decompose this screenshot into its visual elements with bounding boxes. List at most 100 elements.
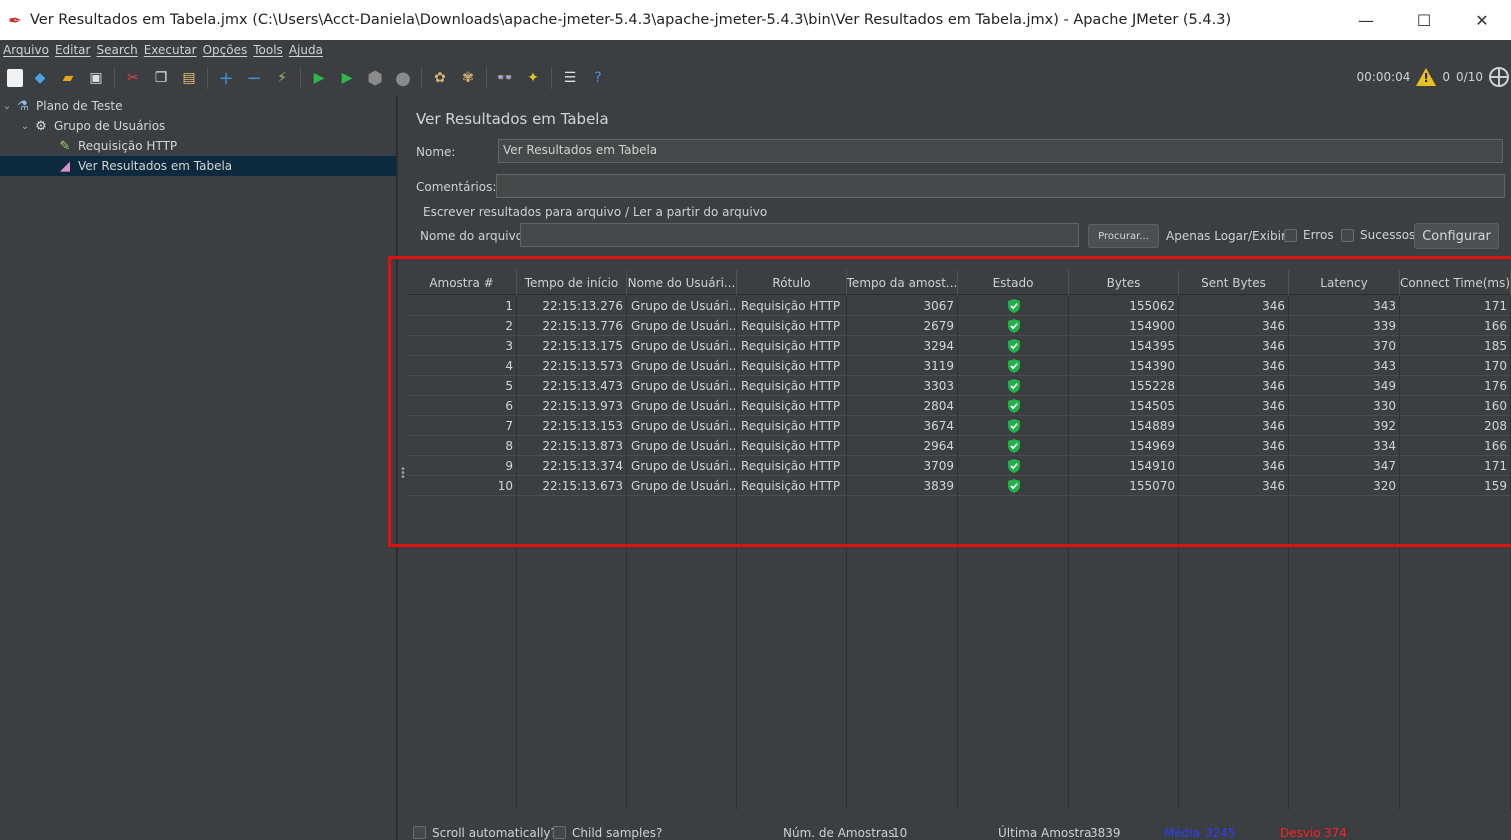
minimize-button[interactable]: — [1337, 0, 1395, 40]
table-cell: 3067 [923, 299, 954, 313]
chevron-down-icon[interactable]: ⌄ [18, 121, 32, 132]
help-icon[interactable]: ? [587, 67, 609, 89]
menu-search[interactable]: Search [93, 43, 140, 57]
errors-checkbox[interactable] [1284, 229, 1297, 242]
menu-editar[interactable]: Editar [52, 43, 94, 57]
panel-splitter[interactable]: • • • [397, 96, 406, 840]
clear-icon[interactable]: ✿ [429, 67, 451, 89]
browse-button[interactable]: Procurar... [1088, 224, 1159, 248]
column-header[interactable]: Tempo da amost... [847, 270, 958, 295]
maximize-button[interactable]: ☐ [1395, 0, 1453, 40]
table-cell: 370 [1373, 339, 1396, 353]
table-cell: 3709 [923, 459, 954, 473]
tree-item-thread-group[interactable]: ⌄ ⚙ Grupo de Usuários [0, 116, 396, 136]
table-cell: 346 [1262, 359, 1285, 373]
menu-executar[interactable]: Executar [141, 43, 200, 57]
table-cell: 22:15:13.276 [542, 299, 623, 313]
menu-ajuda[interactable]: Ajuda [286, 43, 326, 57]
gear-icon: ⚙ [35, 118, 47, 134]
configure-button[interactable]: Configurar [1414, 223, 1499, 249]
column-header[interactable]: Estado [958, 270, 1069, 295]
column-header[interactable]: Connect Time(ms) [1400, 270, 1511, 295]
table-row[interactable]: 2 22:15:13.776 Grupo de Usuári... Requisiçã… [407, 316, 1511, 336]
column-divider [516, 296, 517, 810]
reset-search-icon[interactable]: ✦ [522, 67, 544, 89]
filename-label: Nome do arquivo [420, 229, 524, 243]
column-header[interactable]: Nome do Usuári... [627, 270, 737, 295]
tree-item-view-results-table[interactable]: ◢ Ver Resultados em Tabela [0, 156, 396, 176]
column-header[interactable]: Amostra # [407, 270, 517, 295]
window-titlebar: ✒ Ver Resultados em Tabela.jmx (C:\Users… [0, 0, 1511, 40]
column-header[interactable]: Latency [1289, 270, 1400, 295]
table-cell: 346 [1262, 319, 1285, 333]
clear-all-icon[interactable]: ✾ [457, 67, 479, 89]
comments-input[interactable] [496, 174, 1505, 198]
start-no-pause-icon[interactable]: ▶ [336, 67, 358, 89]
table-cell: 171 [1484, 299, 1507, 313]
menu-tools[interactable]: Tools [250, 43, 286, 57]
paste-icon[interactable]: ▤ [178, 67, 200, 89]
function-helper-icon[interactable]: ☰ [559, 67, 581, 89]
open-icon[interactable]: ▰ [57, 67, 79, 89]
name-input[interactable]: Ver Resultados em Tabela [498, 139, 1503, 163]
table-cell: Grupo de Usuári... [631, 339, 737, 353]
new-icon[interactable] [7, 69, 23, 87]
success-checkbox[interactable] [1341, 229, 1354, 242]
table-cell: 154395 [1129, 339, 1175, 353]
comments-label: Comentários: [416, 180, 497, 194]
save-icon[interactable]: ▣ [85, 67, 107, 89]
table-row[interactable]: 9 22:15:13.374 Grupo de Usuári... Requisiçã… [407, 456, 1511, 476]
test-plan-tree: ⌄ ⚗ Plano de Teste ⌄ ⚙ Grupo de Usuários… [0, 96, 397, 840]
table-row[interactable]: 6 22:15:13.973 Grupo de Usuári... Requisiçã… [407, 396, 1511, 416]
last-sample-label: Última Amostra [998, 826, 1092, 840]
toolbar-separator [114, 67, 115, 89]
table-row[interactable]: 5 22:15:13.473 Grupo de Usuári... Requisiçã… [407, 376, 1511, 396]
table-row[interactable]: 3 22:15:13.175 Grupo de Usuári... Requisiçã… [407, 336, 1511, 356]
column-header[interactable]: Bytes [1069, 270, 1179, 295]
search-icon[interactable]: 👓 [494, 67, 516, 89]
menu-arquivo[interactable]: Arquivo [0, 43, 52, 57]
tree-item-http-request[interactable]: ✎ Requisição HTTP [0, 136, 396, 156]
table-cell: 22:15:13.153 [542, 419, 623, 433]
remote-globe-icon[interactable] [1489, 67, 1509, 87]
status-ok-shield-icon [958, 316, 1069, 336]
table-cell: Requisição HTTP [741, 359, 841, 373]
copy-icon[interactable]: ❐ [150, 67, 172, 89]
table-cell: Requisição HTTP [741, 379, 841, 393]
templates-icon[interactable]: ◆ [29, 67, 51, 89]
table-row[interactable]: 8 22:15:13.873 Grupo de Usuári... Requisiçã… [407, 436, 1511, 456]
tree-item-label: Ver Resultados em Tabela [78, 159, 233, 173]
cut-icon[interactable]: ✂ [122, 67, 144, 89]
table-row[interactable]: 4 22:15:13.573 Grupo de Usuári... Requisiçã… [407, 356, 1511, 376]
column-header[interactable]: Sent Bytes [1179, 270, 1289, 295]
shutdown-icon[interactable]: ● [392, 67, 414, 89]
column-header[interactable]: Tempo de início [517, 270, 627, 295]
table-row[interactable]: 10 22:15:13.673 Grupo de Usuári... Requisiç… [407, 476, 1511, 496]
table-cell: 22:15:13.673 [542, 479, 623, 493]
close-button[interactable]: ✕ [1453, 0, 1511, 40]
table-row[interactable]: 1 22:15:13.276 Grupo de Usuári... Requisiçã… [407, 296, 1511, 316]
column-header[interactable]: Rótulo [737, 270, 847, 295]
table-cell: 4 [505, 359, 513, 373]
toolbar: ◆ ▰ ▣ ✂ ❐ ▤ + − ⚡ ▶ ▶ ⬢ ● ✿ ✾ 👓 ✦ ☰ ? 00… [0, 61, 1511, 95]
scroll-checkbox[interactable] [413, 826, 426, 839]
menu-opcoes[interactable]: Opções [200, 43, 251, 57]
tree-item-label: Plano de Teste [36, 99, 123, 113]
child-samples-checkbox[interactable] [553, 826, 566, 839]
column-divider [846, 296, 847, 810]
chevron-down-icon[interactable]: ⌄ [0, 101, 14, 112]
collapse-icon[interactable]: − [243, 67, 265, 89]
warning-icon[interactable] [1416, 68, 1437, 86]
num-samples-label: Núm. de Amostras [783, 826, 895, 840]
toolbar-separator [486, 67, 487, 89]
tree-item-test-plan[interactable]: ⌄ ⚗ Plano de Teste [0, 96, 396, 116]
shield-check-icon [1007, 319, 1020, 333]
status-ok-shield-icon [958, 416, 1069, 436]
stop-icon[interactable]: ⬢ [364, 67, 386, 89]
toggle-icon[interactable]: ⚡ [271, 67, 293, 89]
expand-icon[interactable]: + [215, 67, 237, 89]
filename-input[interactable] [520, 223, 1079, 247]
table-row[interactable]: 7 22:15:13.153 Grupo de Usuári... Requisiçã… [407, 416, 1511, 436]
table-cell: 347 [1373, 459, 1396, 473]
start-icon[interactable]: ▶ [308, 67, 330, 89]
